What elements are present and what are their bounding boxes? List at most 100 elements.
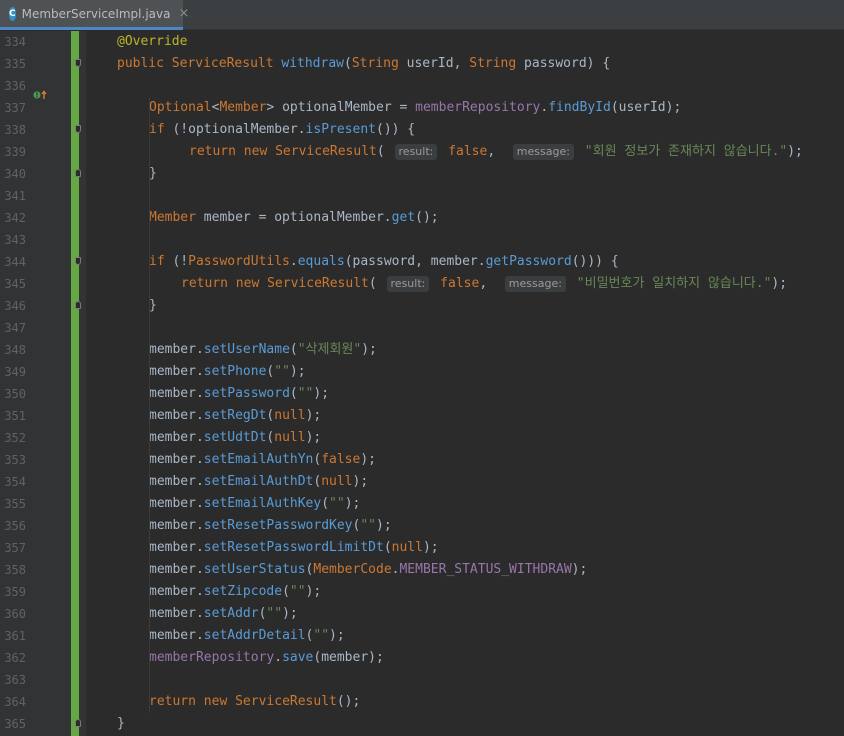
code-line[interactable]: 337 Optional<Member> optionalMember = mem… bbox=[0, 97, 844, 119]
code-text: return new ServiceResult( result: false,… bbox=[189, 144, 803, 160]
code-text: member.setResetPasswordKey(""); bbox=[149, 518, 392, 533]
code-line[interactable]: 359 member.setZipcode(""); bbox=[0, 581, 844, 603]
line-number: 337 bbox=[4, 101, 26, 115]
code-line[interactable]: 354 member.setEmailAuthDt(null); bbox=[0, 471, 844, 493]
line-number: 347 bbox=[4, 321, 26, 335]
fold-marker-icon[interactable] bbox=[75, 125, 81, 133]
code-line[interactable]: 339 return new ServiceResult( result: fal… bbox=[0, 141, 844, 163]
line-number: 357 bbox=[4, 541, 26, 555]
code-line[interactable]: 362 memberRepository.save(member); bbox=[0, 647, 844, 669]
code-text: return new ServiceResult(); bbox=[149, 694, 361, 709]
line-number: 358 bbox=[4, 563, 26, 577]
code-text: } bbox=[149, 166, 157, 181]
code-line[interactable]: 335 public ServiceResult withdraw(String … bbox=[0, 53, 844, 75]
code-text: if (!optionalMember.isPresent()) { bbox=[149, 122, 416, 137]
code-line[interactable]: 355 member.setEmailAuthKey(""); bbox=[0, 493, 844, 515]
fold-marker-icon[interactable] bbox=[75, 301, 81, 309]
line-number: 336 bbox=[4, 79, 26, 93]
code-text: } bbox=[149, 298, 157, 313]
line-number: 350 bbox=[4, 387, 26, 401]
code-text: member.setPhone(""); bbox=[149, 364, 306, 379]
line-number: 334 bbox=[4, 35, 26, 49]
code-text: @Override bbox=[117, 34, 188, 49]
code-text: member.setPassword(""); bbox=[149, 386, 330, 401]
code-text: member.setAddrDetail(""); bbox=[149, 628, 345, 643]
line-number: 361 bbox=[4, 629, 26, 643]
code-text: member.setResetPasswordLimitDt(null); bbox=[149, 540, 439, 555]
code-line[interactable]: 336 bbox=[0, 75, 844, 97]
line-number: 346 bbox=[4, 299, 26, 313]
code-text: public ServiceResult withdraw(String use… bbox=[117, 56, 611, 71]
line-number: 365 bbox=[4, 717, 26, 731]
line-number: 363 bbox=[4, 673, 26, 687]
code-text: return new ServiceResult( result: false,… bbox=[181, 276, 788, 292]
code-text: Optional<Member> optionalMember = member… bbox=[149, 100, 682, 115]
code-line[interactable]: 345 return new ServiceResult( result: fal… bbox=[0, 273, 844, 295]
line-number: 345 bbox=[4, 277, 26, 291]
line-number: 364 bbox=[4, 695, 26, 709]
close-tab-icon[interactable]: × bbox=[178, 6, 189, 21]
line-number: 339 bbox=[4, 145, 26, 159]
code-editor[interactable]: 334 @Override 335 public ServiceResult with… bbox=[0, 31, 844, 736]
indent-guide bbox=[149, 141, 150, 185]
code-line[interactable]: 358 member.setUserStatus(MemberCode.MEMBE… bbox=[0, 559, 844, 581]
indent-guide bbox=[149, 97, 150, 713]
code-line[interactable]: 346} bbox=[0, 295, 844, 317]
code-line[interactable]: 334 @Override bbox=[0, 31, 844, 53]
line-number: 356 bbox=[4, 519, 26, 533]
code-line[interactable]: 363 bbox=[0, 669, 844, 691]
code-line[interactable]: 340} bbox=[0, 163, 844, 185]
code-text: if (!PasswordUtils.equals(password, memb… bbox=[149, 254, 619, 269]
code-text: member.setEmailAuthKey(""); bbox=[149, 496, 361, 511]
code-line[interactable]: 348 member.setUserName("삭제회원"); bbox=[0, 339, 844, 361]
line-number: 353 bbox=[4, 453, 26, 467]
parameter-hint: result: bbox=[386, 276, 430, 292]
line-number: 338 bbox=[4, 123, 26, 137]
code-line[interactable]: 351 member.setRegDt(null); bbox=[0, 405, 844, 427]
code-line[interactable]: 344 if (!PasswordUtils.equals(password, m… bbox=[0, 251, 844, 273]
code-line[interactable]: 347 bbox=[0, 317, 844, 339]
fold-marker-icon[interactable] bbox=[75, 257, 81, 265]
code-text: member.setAddr(""); bbox=[149, 606, 298, 621]
code-line[interactable]: 356 member.setResetPasswordKey(""); bbox=[0, 515, 844, 537]
code-text: member.setUserName("삭제회원"); bbox=[149, 342, 377, 357]
tab-title: MemberServiceImpl.java bbox=[21, 6, 171, 21]
code-line[interactable]: 365} bbox=[0, 713, 844, 735]
code-line[interactable]: 364 return new ServiceResult(); bbox=[0, 691, 844, 713]
code-line[interactable]: 350 member.setPassword(""); bbox=[0, 383, 844, 405]
code-line[interactable]: 338 if (!optionalMember.isPresent()) { bbox=[0, 119, 844, 141]
fold-marker-icon[interactable] bbox=[75, 169, 81, 177]
code-text: member.setZipcode(""); bbox=[149, 584, 322, 599]
fold-marker-icon[interactable] bbox=[75, 59, 81, 67]
code-text: member.setEmailAuthYn(false); bbox=[149, 452, 376, 467]
tab-memberserviceimpl[interactable]: C MemberServiceImpl.java × bbox=[0, 0, 189, 30]
line-number: 352 bbox=[4, 431, 26, 445]
line-number: 359 bbox=[4, 585, 26, 599]
code-line[interactable]: 349 member.setPhone(""); bbox=[0, 361, 844, 383]
code-line[interactable]: 341 bbox=[0, 185, 844, 207]
fold-marker-icon[interactable] bbox=[75, 719, 81, 727]
code-line[interactable]: 352 member.setUdtDt(null); bbox=[0, 427, 844, 449]
code-text: member.setRegDt(null); bbox=[149, 408, 322, 423]
code-text: } bbox=[117, 716, 125, 731]
line-number: 343 bbox=[4, 233, 26, 247]
indent-guide bbox=[149, 273, 150, 317]
line-number: 362 bbox=[4, 651, 26, 665]
line-number: 340 bbox=[4, 167, 26, 181]
code-text: Member member = optionalMember.get(); bbox=[149, 210, 439, 225]
code-line[interactable]: 343 bbox=[0, 229, 844, 251]
java-class-icon: C bbox=[9, 6, 16, 21]
line-number: 348 bbox=[4, 343, 26, 357]
parameter-hint: message: bbox=[504, 276, 566, 292]
code-line[interactable]: 361 member.setAddrDetail(""); bbox=[0, 625, 844, 647]
line-number: 354 bbox=[4, 475, 26, 489]
code-text: member.setEmailAuthDt(null); bbox=[149, 474, 369, 489]
code-line[interactable]: 342 Member member = optionalMember.get(); bbox=[0, 207, 844, 229]
editor-tab-bar: C MemberServiceImpl.java × bbox=[0, 0, 844, 30]
line-number: 360 bbox=[4, 607, 26, 621]
code-line[interactable]: 357 member.setResetPasswordLimitDt(null); bbox=[0, 537, 844, 559]
parameter-hint: message: bbox=[512, 144, 574, 160]
code-line[interactable]: 353 member.setEmailAuthYn(false); bbox=[0, 449, 844, 471]
code-text: member.setUserStatus(MemberCode.MEMBER_S… bbox=[149, 562, 588, 577]
code-line[interactable]: 360 member.setAddr(""); bbox=[0, 603, 844, 625]
